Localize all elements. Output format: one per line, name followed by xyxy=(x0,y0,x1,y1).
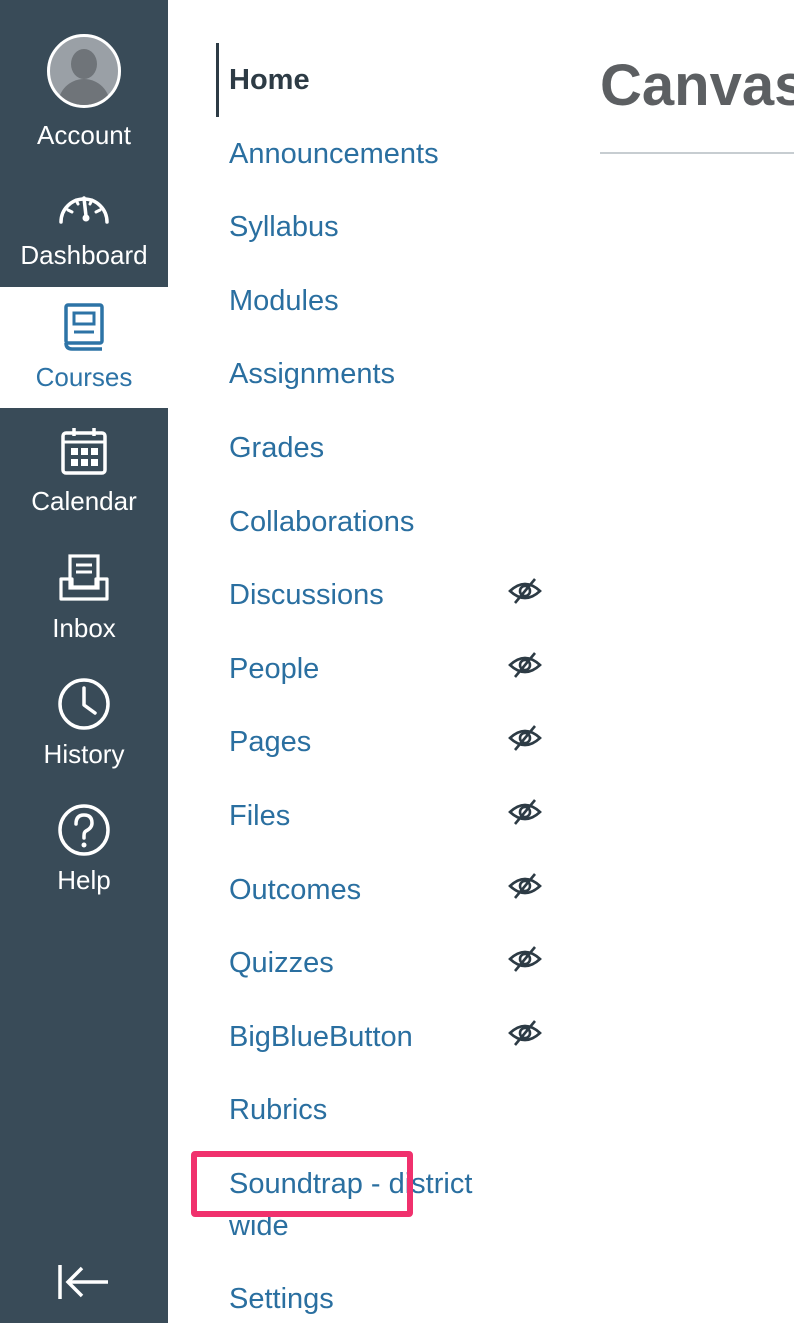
course-nav: Home Announcements Syllabus Modules Assi… xyxy=(168,0,588,1323)
course-nav-assignments[interactable]: Assignments xyxy=(229,357,395,391)
nav-history-label: History xyxy=(43,739,125,769)
course-nav-syllabus[interactable]: Syllabus xyxy=(229,210,339,244)
course-nav-bigbluebutton[interactable]: BigBlueButton xyxy=(229,1020,413,1054)
hidden-eye-icon xyxy=(508,799,542,825)
course-nav-grades[interactable]: Grades xyxy=(229,431,324,465)
course-nav-discussions[interactable]: Discussions xyxy=(229,578,384,612)
course-nav-collaborations[interactable]: Collaborations xyxy=(229,505,414,539)
course-nav-files[interactable]: Files xyxy=(229,799,290,833)
course-nav-announcements[interactable]: Announcements xyxy=(229,137,439,171)
hidden-eye-icon xyxy=(508,946,542,972)
avatar xyxy=(47,34,121,108)
nav-calendar-label: Calendar xyxy=(31,486,137,516)
course-nav-people[interactable]: People xyxy=(229,652,319,686)
nav-dashboard[interactable]: Dashboard xyxy=(0,186,168,270)
dashboard-icon xyxy=(59,196,109,224)
nav-account-label: Account xyxy=(37,120,131,150)
course-nav-rubrics[interactable]: Rubrics xyxy=(229,1093,327,1127)
clock-icon xyxy=(58,678,110,730)
course-nav-outcomes[interactable]: Outcomes xyxy=(229,873,361,907)
nav-inbox[interactable]: Inbox xyxy=(0,553,168,643)
title-divider xyxy=(600,152,794,154)
courses-book-icon xyxy=(64,303,104,351)
active-indicator xyxy=(216,43,219,117)
nav-help[interactable]: Help xyxy=(0,803,168,895)
course-nav-quizzes[interactable]: Quizzes xyxy=(229,946,334,980)
global-nav: Account Dashboard Courses Calendar Inbox… xyxy=(0,0,168,1323)
nav-history[interactable]: History xyxy=(0,677,168,769)
course-nav-pages[interactable]: Pages xyxy=(229,725,311,759)
page-title: Canvas xyxy=(600,53,794,118)
nav-calendar[interactable]: Calendar xyxy=(0,426,168,516)
course-nav-soundtrap[interactable]: Soundtrap - district wide xyxy=(229,1163,529,1247)
nav-inbox-label: Inbox xyxy=(52,613,116,643)
nav-courses-label: Courses xyxy=(35,362,133,392)
nav-account[interactable]: Account xyxy=(0,34,168,150)
nav-help-label: Help xyxy=(57,865,111,895)
nav-dashboard-label: Dashboard xyxy=(20,240,148,270)
help-icon xyxy=(58,804,110,856)
inbox-icon xyxy=(59,554,109,601)
calendar-icon xyxy=(61,428,107,475)
hidden-eye-icon xyxy=(508,725,542,751)
course-nav-modules[interactable]: Modules xyxy=(229,284,339,318)
hidden-eye-icon xyxy=(508,873,542,899)
course-nav-home[interactable]: Home xyxy=(229,63,310,97)
hidden-eye-icon xyxy=(508,1020,542,1046)
hidden-eye-icon xyxy=(508,652,542,678)
nav-courses[interactable]: Courses xyxy=(0,287,168,408)
hidden-eye-icon xyxy=(508,578,542,604)
collapse-nav-icon[interactable] xyxy=(56,1262,112,1302)
course-nav-settings[interactable]: Settings xyxy=(229,1282,334,1316)
